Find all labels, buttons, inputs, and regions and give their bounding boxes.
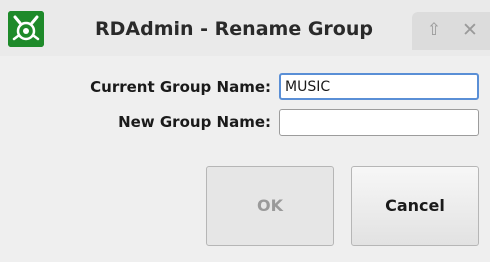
current-group-name-label: Current Group Name: <box>90 78 271 96</box>
title-bar[interactable]: RDAdmin - Rename Group ⇧ ✕ <box>0 0 490 56</box>
new-group-name-label: New Group Name: <box>118 113 271 131</box>
current-group-name-field[interactable] <box>279 73 479 100</box>
ok-button[interactable]: OK <box>206 166 334 246</box>
rdadmin-app-icon <box>8 11 44 47</box>
new-group-name-field[interactable] <box>279 109 479 136</box>
shade-up-icon[interactable]: ⇧ <box>422 18 446 42</box>
cancel-button[interactable]: Cancel <box>351 166 479 246</box>
window-title: RDAdmin - Rename Group <box>95 18 373 40</box>
close-icon[interactable]: ✕ <box>458 18 482 42</box>
window-controls: ⇧ ✕ <box>412 12 490 50</box>
rename-group-dialog: RDAdmin - Rename Group ⇧ ✕ Current Group… <box>0 0 490 262</box>
